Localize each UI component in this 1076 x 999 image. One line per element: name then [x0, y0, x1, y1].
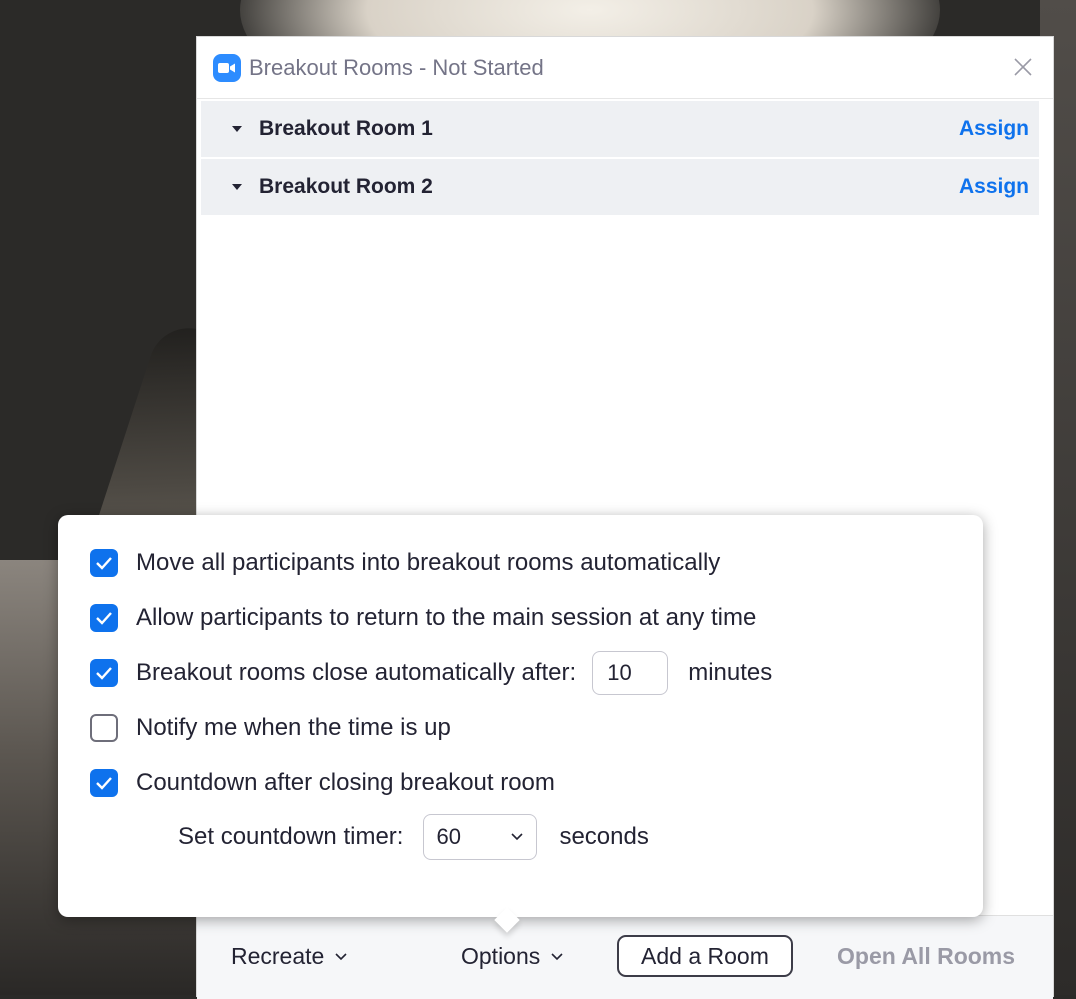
move-auto-checkbox[interactable] — [90, 549, 118, 577]
chevron-down-icon — [510, 832, 524, 842]
option-countdown-timer: Set countdown timer: 60 seconds — [178, 814, 649, 860]
recreate-label: Recreate — [231, 943, 325, 969]
allow-return-label: Allow participants to return to the main… — [136, 604, 757, 631]
add-room-button[interactable]: Add a Room — [617, 935, 793, 977]
countdown-checkbox[interactable] — [90, 769, 118, 797]
close-auto-label: Breakout rooms close automatically after… — [136, 659, 577, 686]
notify-label: Notify me when the time is up — [136, 714, 451, 741]
bottom-toolbar: Recreate Options Add a Room Open All Roo… — [197, 915, 1053, 999]
close-icon[interactable] — [1007, 51, 1039, 83]
options-button[interactable]: Options — [461, 943, 564, 970]
close-minutes-input[interactable] — [592, 651, 669, 695]
room-name: Breakout Room 1 — [259, 117, 433, 140]
option-notify[interactable]: Notify me when the time is up — [90, 714, 451, 742]
add-room-label: Add a Room — [641, 942, 769, 969]
title-bar: Breakout Rooms - Not Started — [197, 37, 1053, 99]
countdown-label: Countdown after closing breakout room — [136, 769, 555, 796]
recreate-button[interactable]: Recreate — [231, 943, 348, 970]
room-row[interactable]: Breakout Room 2 Assign — [201, 159, 1039, 215]
allow-return-checkbox[interactable] — [90, 604, 118, 632]
zoom-camera-icon — [213, 53, 241, 82]
open-all-rooms-label: Open All Rooms — [837, 943, 1016, 969]
seconds-unit: seconds — [559, 823, 649, 850]
close-auto-checkbox[interactable] — [90, 659, 118, 687]
window-title: Breakout Rooms - Not Started — [249, 54, 544, 80]
options-label: Options — [461, 943, 541, 969]
countdown-timer-label: Set countdown timer: — [178, 823, 404, 850]
caret-down-icon[interactable] — [231, 123, 243, 135]
notify-checkbox[interactable] — [90, 714, 118, 742]
room-row[interactable]: Breakout Room 1 Assign — [201, 101, 1039, 157]
options-popover: Move all participants into breakout room… — [58, 515, 983, 933]
checkmark-icon — [96, 667, 112, 680]
countdown-timer-select[interactable]: 60 — [423, 814, 538, 860]
checkmark-icon — [96, 557, 112, 570]
countdown-timer-value: 60 — [436, 824, 461, 849]
caret-down-icon[interactable] — [231, 181, 243, 193]
assign-button[interactable]: Assign — [959, 117, 1029, 141]
checkmark-icon — [96, 777, 112, 790]
option-countdown[interactable]: Countdown after closing breakout room — [90, 769, 555, 797]
option-close-auto[interactable]: Breakout rooms close automatically after… — [90, 651, 772, 695]
option-allow-return[interactable]: Allow participants to return to the main… — [90, 604, 756, 632]
chevron-down-icon — [334, 952, 348, 962]
checkmark-icon — [96, 612, 112, 625]
assign-button[interactable]: Assign — [959, 175, 1029, 199]
room-name: Breakout Room 2 — [259, 175, 433, 198]
option-move-auto[interactable]: Move all participants into breakout room… — [90, 549, 720, 577]
chevron-down-icon — [550, 952, 564, 962]
move-auto-label: Move all participants into breakout room… — [136, 549, 721, 576]
minutes-unit: minutes — [688, 659, 773, 686]
open-all-rooms-button[interactable]: Open All Rooms — [837, 943, 1015, 970]
